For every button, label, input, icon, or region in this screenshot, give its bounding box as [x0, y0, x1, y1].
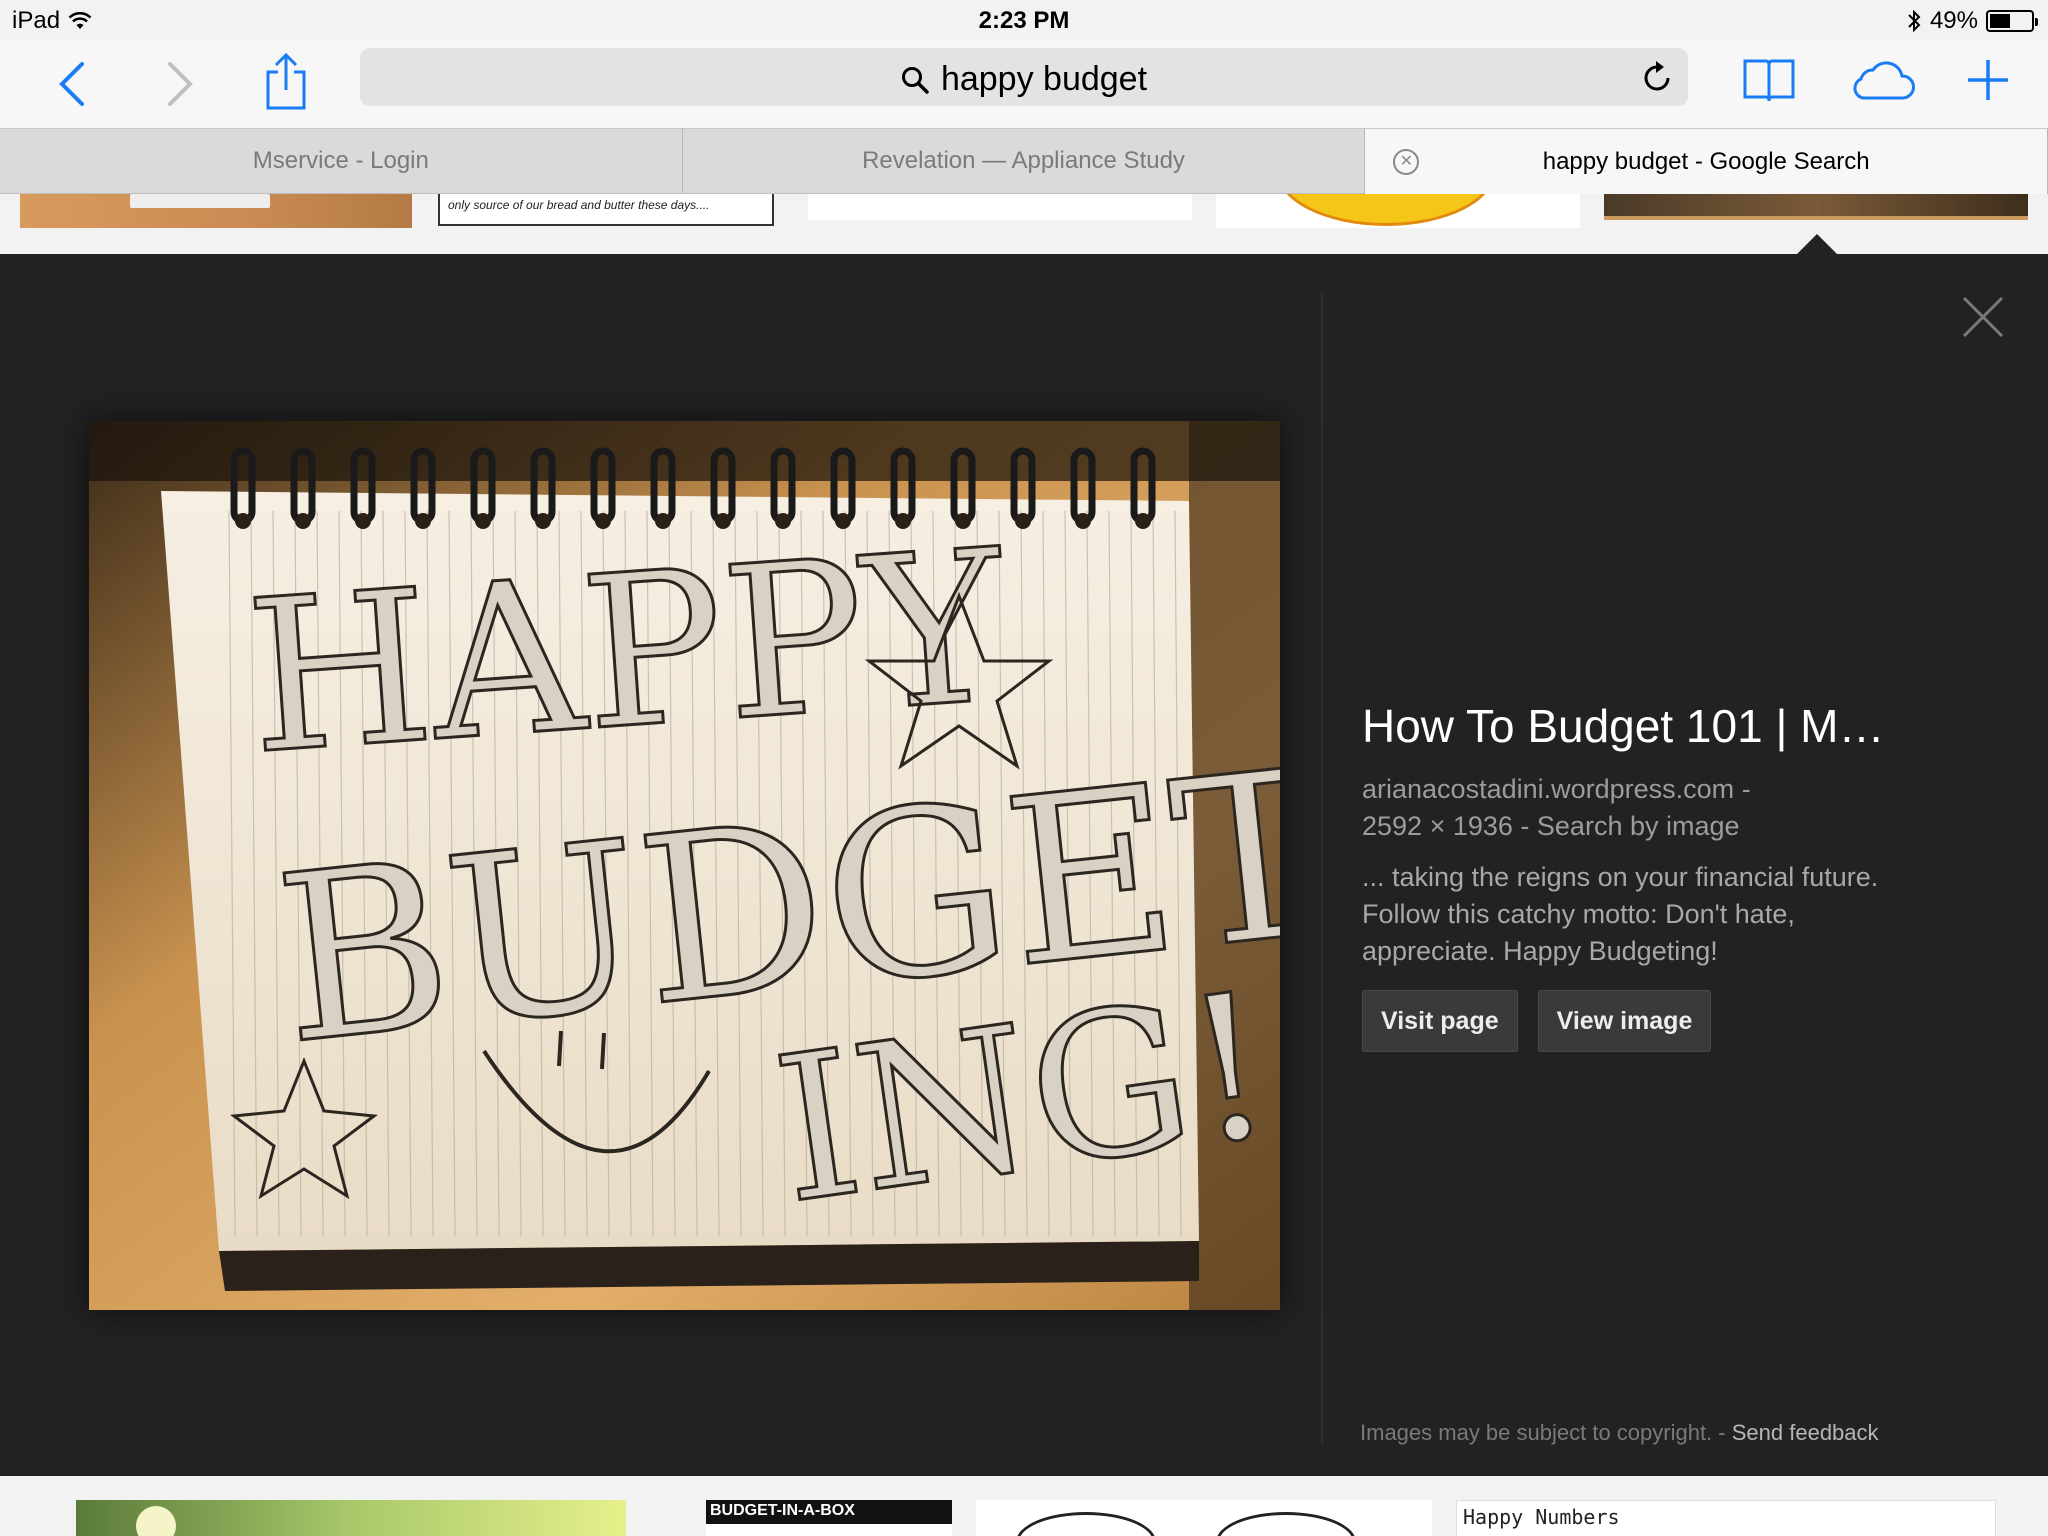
- thumbnail-result[interactable]: [76, 1500, 626, 1536]
- results-strip-top: only source of our bread and butter thes…: [0, 194, 2048, 254]
- thumbnail-result[interactable]: [808, 194, 1192, 220]
- view-image-button[interactable]: View image: [1537, 990, 1712, 1052]
- panel-footer: Images may be subject to copyright. - Se…: [1360, 1420, 1879, 1445]
- spiral-hole: [475, 513, 491, 529]
- tab-happy-budget-google-search[interactable]: ✕ happy budget - Google Search: [1365, 128, 2048, 194]
- close-tab-icon[interactable]: ✕: [1393, 149, 1420, 175]
- source-site[interactable]: arianacostadini.wordpress.com: [1362, 774, 1734, 804]
- chevron-right-icon: [168, 62, 193, 106]
- thumbnail-result[interactable]: only source of our bread and butter thes…: [438, 194, 774, 226]
- thumbnail-result[interactable]: [976, 1500, 1432, 1536]
- spiral-hole: [1135, 513, 1151, 529]
- battery-fill: [1990, 14, 2010, 28]
- browser-toolbar: happy budget: [0, 40, 2048, 128]
- smiley-thumbnail: [1276, 194, 1496, 226]
- thumbnail-caption: only source of our bread and butter thes…: [448, 198, 710, 212]
- bluetooth-icon: [1908, 9, 1921, 33]
- spiral-hole: [295, 513, 311, 529]
- reload-button[interactable]: [1642, 60, 1674, 99]
- status-right: 49%: [1906, 7, 2038, 35]
- tab-label: happy budget - Google Search: [1542, 147, 1870, 175]
- spiral-hole: [235, 513, 251, 529]
- icloud-tabs-button[interactable]: [1846, 52, 1918, 108]
- selection-caret: [1797, 234, 1837, 254]
- spiral-hole: [595, 513, 611, 529]
- chevron-left-icon: [59, 62, 84, 106]
- spiral-hole: [1015, 513, 1031, 529]
- results-strip-bottom: BUDGET-IN-A-BOX Happy Numbers: [0, 1476, 2048, 1536]
- battery-icon: [1986, 10, 2038, 32]
- preview-image[interactable]: HAPPY BUDGET- ING!: [89, 421, 1280, 1310]
- copyright-note: Images may be subject to copyright.: [1360, 1420, 1713, 1445]
- thumbnail-result[interactable]: BUDGET-IN-A-BOX: [706, 1500, 952, 1536]
- thumbnail-detail: [130, 194, 270, 208]
- address-bar[interactable]: happy budget: [360, 48, 1688, 106]
- back-button[interactable]: [50, 58, 94, 110]
- thumbnail-result-selected[interactable]: [1604, 194, 2028, 220]
- image-dimensions: 2592 × 1936: [1362, 811, 1513, 841]
- spiral-hole: [535, 513, 551, 529]
- tab-revelation-appliance-study[interactable]: Revelation — Appliance Study: [682, 128, 1366, 194]
- image-info: How To Budget 101 | M… arianacostadini.w…: [1362, 699, 1982, 1052]
- tab-bar: Mservice - Login Revelation — Appliance …: [0, 128, 2048, 194]
- spiral-hole: [1075, 513, 1091, 529]
- thumbnail-result[interactable]: Happy Numbers: [1456, 1500, 1996, 1536]
- bookmarks-button[interactable]: [1740, 52, 1798, 108]
- share-button[interactable]: [258, 48, 314, 114]
- close-preview-button[interactable]: [1960, 294, 2006, 340]
- share-icon: [266, 52, 306, 110]
- forward-button[interactable]: [158, 58, 202, 110]
- result-source: arianacostadini.wordpress.com - 2592 × 1…: [1362, 774, 1751, 841]
- battery-percent: 49%: [1929, 7, 1978, 34]
- clock: 2:23 PM: [978, 7, 1070, 34]
- action-buttons: Visit page View image: [1362, 990, 1982, 1052]
- close-icon: [1962, 296, 2004, 338]
- search-query: happy budget: [940, 60, 1148, 98]
- status-bar: iPad 2:23 PM 49%: [0, 0, 2048, 40]
- thumbnail-caption: BUDGET-IN-A-BOX: [706, 1500, 952, 1524]
- panel-divider: [1321, 294, 1323, 1444]
- search-icon: [901, 67, 929, 94]
- reload-icon: [1644, 61, 1670, 91]
- visit-page-button[interactable]: Visit page: [1362, 990, 1518, 1052]
- cloud-icon: [1853, 61, 1915, 100]
- tab-mservice-login[interactable]: Mservice - Login: [0, 128, 683, 194]
- thumbnail-detail: [136, 1506, 176, 1536]
- result-description: ... taking the reigns on your financial …: [1362, 862, 1879, 966]
- tab-label: Mservice - Login: [252, 147, 429, 174]
- notebook-illustration: HAPPY BUDGET- ING!: [89, 421, 1280, 1310]
- tab-label: Revelation — Appliance Study: [862, 147, 1185, 174]
- plus-icon: [1968, 60, 2008, 100]
- image-preview-panel: HAPPY BUDGET- ING! How To Budget 101 | M…: [0, 254, 2048, 1476]
- thumbnail-result[interactable]: [1216, 194, 1580, 228]
- thumbnail-result[interactable]: [20, 194, 412, 228]
- new-tab-button[interactable]: [1960, 52, 2016, 108]
- thumbnail-detail: [1216, 1512, 1356, 1536]
- thumbnail-caption: Happy Numbers: [1463, 1505, 1620, 1529]
- book-icon: [1743, 59, 1795, 102]
- thumbnail-detail: [1016, 1512, 1156, 1536]
- search-by-image-link[interactable]: Search by image: [1537, 811, 1740, 841]
- spiral-hole: [355, 513, 371, 529]
- result-title[interactable]: How To Budget 101 | M…: [1362, 699, 1922, 753]
- spiral-hole: [415, 513, 431, 529]
- send-feedback-link[interactable]: Send feedback: [1732, 1420, 1879, 1445]
